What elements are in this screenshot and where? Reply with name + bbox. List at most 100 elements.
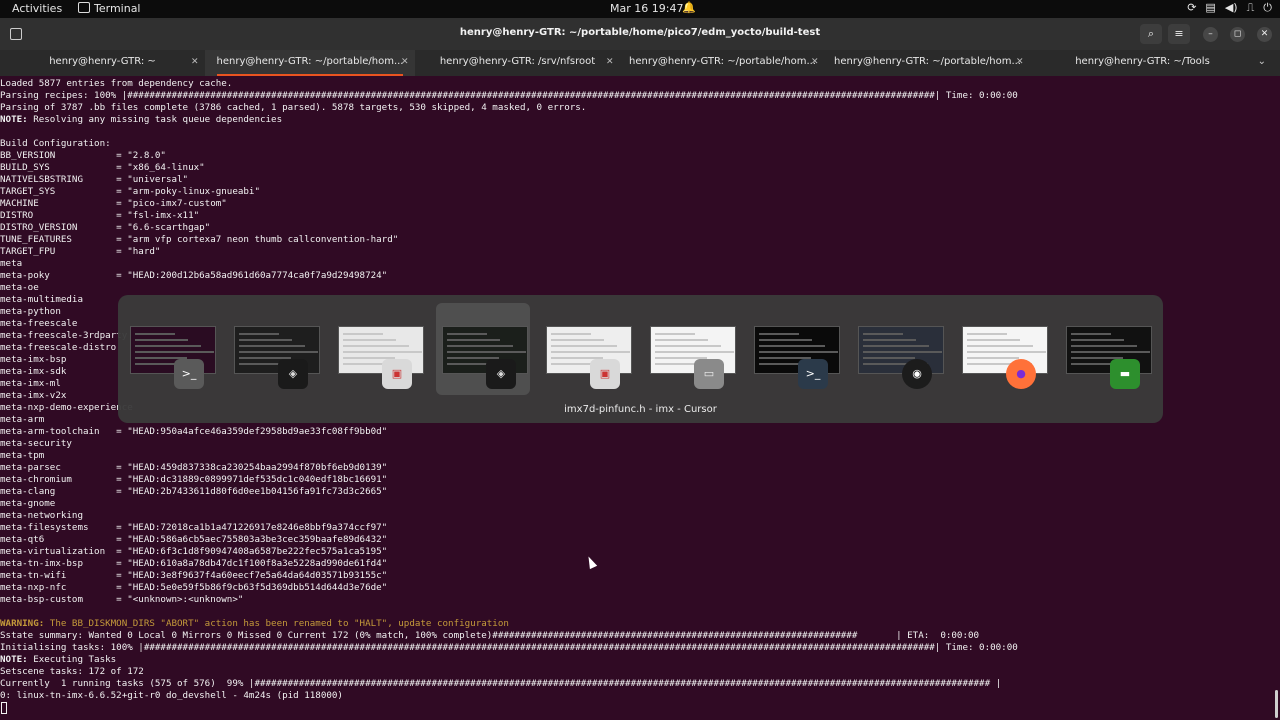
thumbnail-line <box>655 339 708 341</box>
close-button[interactable]: ✕ <box>1257 27 1272 42</box>
minimize-button[interactable]: – <box>1203 27 1218 42</box>
switcher-item-cursor-app[interactable]: ◈ <box>228 303 322 395</box>
window-title: henry@henry-GTR: ~/portable/home/pico7/e… <box>459 27 821 38</box>
thumbnail-line <box>135 345 201 347</box>
tab-portable-3[interactable]: henry@henry-GTR: ~/portable/hom... ✕ <box>825 50 1030 76</box>
terminal-line: Build Configuration: <box>0 138 111 149</box>
tab-close-icon[interactable]: ✕ <box>811 50 819 74</box>
tab-close-icon[interactable]: ✕ <box>606 50 614 74</box>
terminal-line: meta-filesystems = "HEAD:72018ca1b1a4712… <box>0 522 388 533</box>
terminal-line: NOTE: Executing Tasks <box>0 654 117 665</box>
switcher-item-obs-app[interactable]: ◉ <box>852 303 946 395</box>
thumbnail-line <box>967 339 1020 341</box>
activities-button[interactable]: Activities <box>12 2 62 15</box>
switcher-item-terminal-app[interactable]: >_ <box>124 303 218 395</box>
thumbnail-line <box>967 351 1046 353</box>
thumbnail-line <box>759 345 825 347</box>
tab-close-icon[interactable]: ✕ <box>401 50 409 74</box>
thumbnail-line <box>343 345 409 347</box>
terminal-line: Parsing recipes: 100% |#################… <box>0 90 1018 101</box>
switcher-item-files-app[interactable]: ▭ <box>644 303 738 395</box>
thumbnail-line <box>447 345 513 347</box>
tab-close-icon[interactable]: ✕ <box>1016 50 1024 74</box>
terminal-icon: >_ <box>174 359 204 389</box>
app-switcher: imx7d-pinfunc.h - imx - Cursor >_ ◈ ▣ ◈ ▣ ▭ >_… <box>118 295 1163 423</box>
app-menu[interactable]: Terminal <box>78 2 141 15</box>
terminal-line: meta-parsec = "HEAD:459d837338ca230254ba… <box>0 462 388 473</box>
thumbnail-line <box>551 333 591 335</box>
switcher-item-image-viewer-app-2[interactable]: ▣ <box>540 303 634 395</box>
tab-close-icon[interactable]: ✕ <box>191 50 199 74</box>
tab-label: henry@henry-GTR: ~/portable/hom... <box>834 56 1021 67</box>
clock[interactable]: Mar 16 19:47 <box>610 2 683 15</box>
terminal-line: TARGET_SYS = "arm-poky-linux-gnueabi" <box>0 186 260 197</box>
keyboard-icon[interactable]: ▤ <box>1205 1 1215 15</box>
switcher-item-cursor-app-selected[interactable]: ◈ <box>436 303 530 395</box>
switcher-item-terminal-app-2[interactable]: >_ <box>748 303 842 395</box>
terminal-line: meta <box>0 258 23 269</box>
maximize-button[interactable]: ◻ <box>1230 27 1245 42</box>
thumbnail-line <box>135 333 175 335</box>
tab-label: henry@henry-GTR: ~/portable/hom... <box>629 56 816 67</box>
switcher-item-firefox-app[interactable]: ● <box>956 303 1050 395</box>
terminal-scrollbar[interactable] <box>1275 690 1278 718</box>
log-level-label: NOTE: <box>0 654 28 665</box>
terminal-icon: >_ <box>798 359 828 389</box>
cursor-icon: ◈ <box>278 359 308 389</box>
tab-nfsroot[interactable]: henry@henry-GTR: /srv/nfsroot ✕ <box>415 50 620 76</box>
terminal-line: meta-imx-v2x <box>0 390 67 401</box>
terminal-line: meta-tn-wifi = "HEAD:3e8f9637f4a60eecf7e… <box>0 570 388 581</box>
tabs-menu-icon[interactable]: ⌄ <box>1258 56 1266 67</box>
network-icon[interactable]: ⎍ <box>1247 1 1255 15</box>
thumbnail-line <box>343 351 422 353</box>
thumbnail-line <box>447 339 500 341</box>
terminal-line: Parsing of 3787 .bb files complete (3786… <box>0 102 587 113</box>
terminal-line: Loaded 5877 entries from dependency cach… <box>0 78 233 89</box>
terminal-line: Setscene tasks: 172 of 172 <box>0 666 144 677</box>
thumbnail-line <box>967 345 1033 347</box>
tab-home[interactable]: henry@henry-GTR: ~ ✕ <box>0 50 205 76</box>
thumbnail-line <box>239 339 292 341</box>
update-icon[interactable]: ⟳ <box>1187 1 1196 15</box>
terminal-line: meta-arm <box>0 414 45 425</box>
tab-build-test[interactable]: henry@henry-GTR: ~/portable/hom... ✕ <box>205 50 415 76</box>
search-button[interactable]: ⌕ <box>1140 24 1162 44</box>
terminal-line: meta-nxp-demo-experience <box>0 402 133 413</box>
log-level-label: NOTE: <box>0 114 28 125</box>
thumbnail-line <box>239 333 279 335</box>
thumbnail-line <box>655 333 695 335</box>
thumbnail-line <box>967 357 1019 359</box>
terminal-line: meta-chromium = "HEAD:dc31889c0899971def… <box>0 474 388 485</box>
switcher-item-image-viewer-app[interactable]: ▣ <box>332 303 426 395</box>
thumbnail-line <box>551 339 604 341</box>
thumbnail-line <box>759 351 838 353</box>
tab-label: henry@henry-GTR: ~/Tools <box>1075 56 1210 67</box>
tab-portable-2[interactable]: henry@henry-GTR: ~/portable/hom... ✕ <box>620 50 825 76</box>
tab-label: henry@henry-GTR: ~ <box>49 56 156 67</box>
terminal-line: meta-freescale-distro <box>0 342 117 353</box>
hamburger-menu-button[interactable]: ≡ <box>1168 24 1190 44</box>
terminal-line: meta-nxp-nfc = "HEAD:5e0e59f5b86f9cb63f5… <box>0 582 388 593</box>
system-monitor-icon: ▬ <box>1110 359 1140 389</box>
thumbnail-line <box>447 333 487 335</box>
tab-label: henry@henry-GTR: /srv/nfsroot <box>439 56 596 67</box>
power-icon[interactable]: ⏻ <box>1263 1 1272 15</box>
terminal-headerbar: henry@henry-GTR: ~/portable/home/pico7/e… <box>0 18 1280 50</box>
switcher-item-system-monitor-app[interactable]: ▬ <box>1060 303 1154 395</box>
tab-tools[interactable]: henry@henry-GTR: ~/Tools <box>1030 50 1255 76</box>
terminal-line: meta-multimedia <box>0 294 83 305</box>
terminal-line: NOTE: Resolving any missing task queue d… <box>0 114 283 125</box>
system-tray[interactable]: ⟳ ▤ ◀) ⎍ ⏻ <box>1187 1 1272 15</box>
terminal-line: WARNING: The BB_DISKMON_DIRS "ABORT" act… <box>0 618 509 629</box>
volume-icon[interactable]: ◀) <box>1225 1 1238 15</box>
terminal-line: meta-security <box>0 438 72 449</box>
switcher-caption: imx7d-pinfunc.h - imx - Cursor <box>564 404 717 415</box>
terminal-line: MACHINE = "pico-imx7-custom" <box>0 198 227 209</box>
terminal-line: TARGET_FPU = "hard" <box>0 246 161 257</box>
thumbnail-line <box>343 333 383 335</box>
thumbnail-line <box>759 339 812 341</box>
terminal-icon <box>78 2 90 13</box>
terminal-line: Currently 1 running tasks (575 of 576) 9… <box>0 678 1002 689</box>
thumbnail-line <box>135 339 188 341</box>
terminal-line: DISTRO_VERSION = "6.6-scarthgap" <box>0 222 211 233</box>
